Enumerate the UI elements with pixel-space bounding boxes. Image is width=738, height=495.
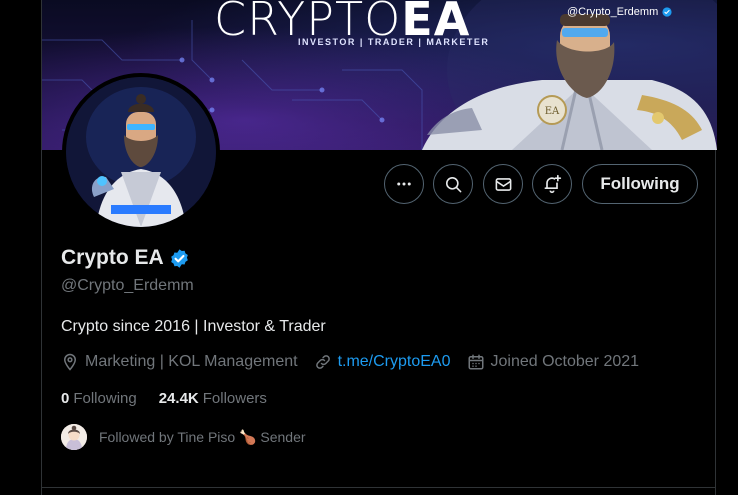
profile-avatar[interactable]: [62, 73, 220, 231]
joined-item: Joined October 2021: [467, 353, 640, 371]
following-button[interactable]: Following: [582, 164, 698, 204]
bell-plus-icon: [544, 174, 562, 194]
profile-stats: 0 Following 24.4K Followers: [61, 390, 289, 407]
more-button[interactable]: [384, 164, 424, 204]
following-label: Following: [73, 390, 137, 407]
more-icon: [397, 182, 411, 186]
location-item: Marketing | KOL Management: [61, 353, 298, 371]
follower-avatar-illustration: [61, 424, 87, 450]
profile-name-row: Crypto EA: [61, 246, 190, 270]
location-text: Marketing | KOL Management: [85, 353, 298, 370]
banner-subtitle: INVESTOR | TRADER | MARKETER: [298, 37, 490, 47]
followers-label: Followers: [202, 390, 267, 407]
location-pin-icon: [63, 353, 77, 371]
profile-column: EA CRYPTOEA INVESTOR | TRADER | MARKETER…: [41, 0, 717, 495]
search-icon: [445, 176, 461, 192]
follower-avatar: [61, 424, 87, 450]
followed-by-row[interactable]: Followed by Tine Piso 🍗 Sender: [61, 424, 306, 450]
followers-stat[interactable]: 24.4K Followers: [159, 390, 267, 407]
search-button[interactable]: [433, 164, 473, 204]
calendar-icon: [468, 354, 483, 370]
following-stat[interactable]: 0 Following: [61, 390, 137, 407]
joined-text: Joined October 2021: [490, 353, 640, 370]
website-link[interactable]: t.me/CryptoEA0: [338, 353, 451, 371]
following-count: 0: [61, 390, 70, 407]
banner-handle-text: @Crypto_Erdemm: [567, 6, 659, 18]
profile-handle: @Crypto_Erdemm: [61, 277, 194, 294]
banner-handle: @Crypto_Erdemm: [567, 6, 672, 18]
profile-meta: Marketing | KOL Management t.me/CryptoEA…: [61, 353, 655, 371]
banner-verified-icon: [662, 7, 672, 17]
website-item: t.me/CryptoEA0: [314, 353, 451, 371]
mail-icon: [495, 177, 511, 191]
followed-by-text: Followed by Tine Piso 🍗 Sender: [99, 428, 306, 445]
display-name: Crypto EA: [61, 246, 164, 269]
notifications-button[interactable]: [532, 164, 572, 204]
profile-bio: Crypto since 2016 | Investor & Trader: [61, 318, 326, 335]
svg-text:EA: EA: [545, 106, 560, 117]
verified-badge-icon[interactable]: [169, 248, 190, 269]
section-divider: [42, 487, 715, 488]
followers-count: 24.4K: [158, 390, 199, 407]
link-icon: [315, 355, 330, 369]
message-button[interactable]: [483, 164, 523, 204]
avatar-illustration: [66, 77, 216, 227]
